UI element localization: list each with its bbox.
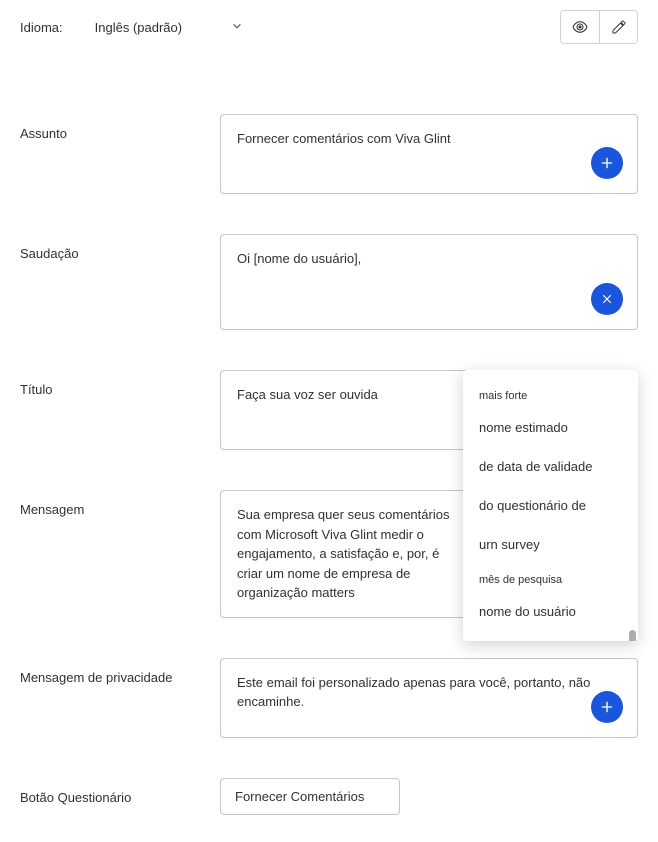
eye-icon <box>571 18 589 36</box>
dropdown-item[interactable]: urn survey <box>463 525 638 564</box>
privacy-input[interactable]: Este email foi personalizado apenas para… <box>220 658 638 738</box>
dropdown-item[interactable]: de data de validade <box>463 447 638 486</box>
message-label: Mensagem <box>20 490 220 517</box>
dropdown-item[interactable]: nome do usuário <box>463 592 638 631</box>
greeting-value: Oi [nome do usuário], <box>237 251 361 266</box>
survey-button-label: Botão Questionário <box>20 778 220 805</box>
title-value: Faça sua voz ser ouvida <box>237 387 378 402</box>
close-button[interactable] <box>591 283 623 315</box>
edit-button[interactable] <box>599 11 637 43</box>
survey-button-input[interactable]: Fornecer Comentários <box>220 778 400 816</box>
chevron-down-icon <box>232 21 242 34</box>
dropdown-item[interactable]: nome estimado <box>463 408 638 447</box>
mode-toggle <box>560 10 638 44</box>
add-button[interactable] <box>591 691 623 723</box>
preview-button[interactable] <box>561 11 599 43</box>
language-select[interactable]: Inglês (padrão) <box>95 20 242 35</box>
greeting-row: Saudação Oi [nome do usuário], <box>20 234 638 330</box>
language-value: Inglês (padrão) <box>95 20 182 35</box>
dropdown-item[interactable]: mais forte <box>463 380 638 408</box>
greeting-input[interactable]: Oi [nome do usuário], <box>220 234 638 330</box>
message-value: Sua empresa quer seus comentários com Mi… <box>237 507 449 600</box>
title-label: Título <box>20 370 220 397</box>
privacy-value: Este email foi personalizado apenas para… <box>237 675 590 710</box>
token-dropdown: mais forte nome estimado de data de vali… <box>463 370 638 641</box>
dropdown-item[interactable]: mês de pesquisa <box>463 564 638 592</box>
subject-label: Assunto <box>20 114 220 141</box>
subject-value: Fornecer comentários com Viva Glint <box>237 131 451 146</box>
pencil-icon <box>611 19 627 35</box>
subject-input[interactable]: Fornecer comentários com Viva Glint <box>220 114 638 194</box>
survey-button-row: Botão Questionário Fornecer Comentários <box>20 778 638 816</box>
scrollbar-thumb[interactable] <box>629 630 636 641</box>
plus-icon <box>599 155 615 171</box>
add-button[interactable] <box>591 147 623 179</box>
language-label: Idioma: <box>20 20 63 35</box>
top-bar: Idioma: Inglês (padrão) <box>20 10 638 44</box>
language-row: Idioma: Inglês (padrão) <box>20 20 242 35</box>
plus-icon <box>599 699 615 715</box>
survey-button-value: Fornecer Comentários <box>235 789 364 804</box>
privacy-row: Mensagem de privacidade Este email foi p… <box>20 658 638 738</box>
subject-row: Assunto Fornecer comentários com Viva Gl… <box>20 114 638 194</box>
greeting-label: Saudação <box>20 234 220 261</box>
dropdown-item[interactable]: do questionário de <box>463 486 638 525</box>
close-icon <box>600 292 614 306</box>
privacy-label: Mensagem de privacidade <box>20 658 220 685</box>
